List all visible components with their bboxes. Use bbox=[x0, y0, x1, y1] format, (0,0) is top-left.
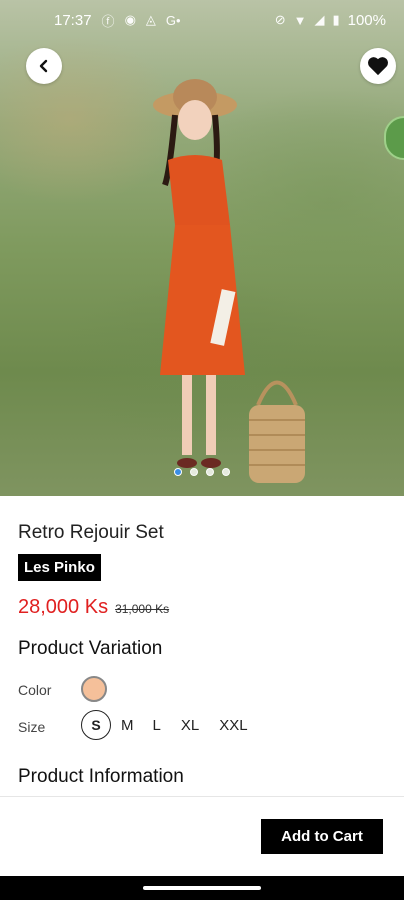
carousel-dot[interactable] bbox=[206, 468, 214, 476]
product-photo-basket bbox=[249, 380, 305, 483]
product-details: Retro Rejouir Set Les Pinko 28,000 Ks 31… bbox=[0, 496, 404, 796]
chevron-left-icon bbox=[39, 59, 48, 73]
original-price: 31,000 Ks bbox=[115, 602, 170, 616]
price-row: 28,000 Ks 31,000 Ks bbox=[18, 596, 169, 619]
home-gesture-handle[interactable] bbox=[143, 886, 261, 890]
carousel-dot[interactable] bbox=[174, 468, 182, 476]
size-option-xl[interactable]: XL bbox=[181, 710, 199, 740]
add-to-cart-button[interactable]: Add to Cart bbox=[261, 819, 383, 854]
heart-icon bbox=[368, 57, 388, 76]
size-option-l[interactable]: L bbox=[153, 710, 161, 740]
system-navigation-bar bbox=[0, 876, 404, 900]
wifi-call-icon: ◬ bbox=[145, 12, 156, 27]
size-options: S M L XL XXL bbox=[81, 710, 248, 740]
product-image-carousel[interactable]: 17:37 ⓕ ◉ ◬ G• ⊘ ▼ ◢ ▮ 100% bbox=[0, 0, 404, 496]
bottom-action-bar: Add to Cart bbox=[0, 796, 404, 876]
carousel-dot[interactable] bbox=[222, 468, 230, 476]
battery-level: 100% bbox=[347, 11, 386, 29]
google-icon: G• bbox=[165, 12, 181, 28]
variation-heading: Product Variation bbox=[18, 638, 163, 659]
battery-icon: ▮ bbox=[332, 12, 340, 27]
size-label: Size bbox=[18, 719, 46, 735]
back-button[interactable] bbox=[26, 48, 62, 84]
favorite-button[interactable] bbox=[360, 48, 396, 84]
floating-side-button[interactable] bbox=[384, 116, 404, 160]
product-info-heading[interactable]: Product Information bbox=[18, 766, 184, 788]
notification-icon: ◉ bbox=[124, 12, 136, 27]
color-label: Color bbox=[18, 682, 52, 698]
mute-icon: ⊘ bbox=[274, 12, 286, 27]
brand-badge[interactable]: Les Pinko bbox=[18, 554, 101, 581]
status-time: 17:37 bbox=[54, 11, 92, 29]
status-bar: 17:37 ⓕ ◉ ◬ G• ⊘ ▼ ◢ ▮ 100% bbox=[0, 0, 404, 40]
size-option-s[interactable]: S bbox=[81, 710, 111, 740]
size-option-xxl[interactable]: XXL bbox=[219, 710, 247, 740]
size-option-m[interactable]: M bbox=[121, 710, 134, 740]
color-swatch[interactable] bbox=[81, 676, 107, 702]
wifi-icon: ▼ bbox=[293, 12, 307, 28]
carousel-indicator bbox=[0, 468, 404, 476]
signal-icon: ◢ bbox=[314, 12, 325, 27]
facebook-icon: ⓕ bbox=[101, 13, 115, 29]
carousel-dot[interactable] bbox=[190, 468, 198, 476]
current-price: 28,000 Ks bbox=[18, 596, 109, 618]
product-name: Retro Rejouir Set bbox=[18, 522, 164, 543]
